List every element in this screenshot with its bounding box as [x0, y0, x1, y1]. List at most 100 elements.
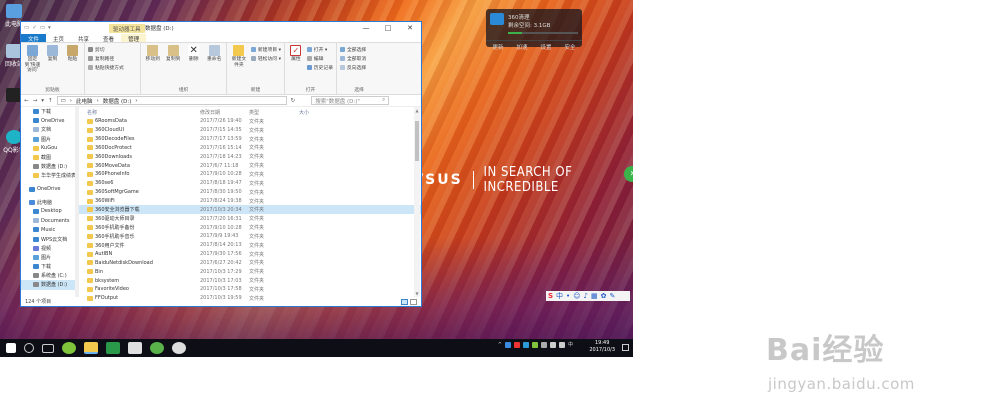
task-view-icon[interactable] [42, 343, 54, 353]
nav-item[interactable]: OneDrive [21, 116, 78, 125]
volume-icon[interactable] [558, 341, 565, 348]
column-type[interactable]: 类型 [249, 109, 299, 116]
cut-button[interactable]: 剪切 [88, 46, 124, 53]
invert-selection-button[interactable]: 反向选择 [340, 64, 366, 71]
tray-app-icon[interactable] [522, 341, 529, 348]
nav-item[interactable]: 华华学生成绩表 [21, 171, 78, 180]
scroll-up-icon[interactable]: ▲ [414, 108, 420, 113]
title-bar[interactable]: ▭ ✓ ▭ ▾ 驱动器工具 数据盘 (D:) — □ ✕ [21, 22, 421, 34]
nav-item[interactable]: 图片 [21, 135, 78, 144]
scroll-thumb[interactable] [415, 121, 419, 161]
file-row[interactable]: 6RoomsData 2017/7/26 19:40 文件夹 [79, 117, 421, 126]
file-explorer-icon[interactable] [84, 342, 98, 354]
ime-toolbar[interactable]: S 中 • ☺ ♪ ▦ ✿ ✎ [546, 291, 630, 301]
media-icon[interactable] [172, 342, 186, 354]
file-row[interactable]: 360DecodeFiles 2017/7/17 13:59 文件夹 [79, 135, 421, 144]
floating-assist-icon[interactable]: › [624, 166, 633, 182]
app-icon[interactable] [106, 342, 120, 354]
app-icon[interactable] [128, 342, 142, 354]
ime-mode[interactable]: 中 [556, 291, 563, 301]
file-row[interactable]: AutIBN 2017/9/30 17:56 文件夹 [79, 250, 421, 259]
refresh-icon[interactable]: ↻ [291, 98, 296, 104]
file-row[interactable]: 360PhoneInfo 2017/9/10 10:28 文件夹 [79, 170, 421, 179]
folder-icon[interactable]: ▭ [40, 25, 45, 31]
search-icon[interactable] [24, 343, 34, 353]
ime-mic-icon[interactable]: ♪ [584, 292, 588, 300]
file-row[interactable]: 360DocProtect 2017/7/16 15:14 文件夹 [79, 144, 421, 153]
nav-item[interactable]: Desktop [21, 207, 78, 216]
nav-item[interactable]: 数据盘 (D:) [21, 162, 78, 171]
ime-keyboard-icon[interactable]: ▦ [591, 292, 598, 300]
breadcrumb[interactable]: ▭ › 此电脑 › 数据盘 (D:) › [56, 96, 287, 105]
folder-icon[interactable]: ▭ [24, 25, 29, 31]
ime-indicator[interactable]: 中 [568, 341, 573, 348]
column-size[interactable]: 大小 [299, 109, 329, 116]
clock[interactable]: 19:49 2017/10/3 [589, 340, 615, 354]
nav-item[interactable]: 数据盘 (D:) [21, 280, 78, 290]
paste-shortcut-button[interactable]: 粘贴快捷方式 [88, 64, 124, 71]
search-icon[interactable]: ⌕ [382, 97, 385, 104]
nav-item[interactable]: 此电脑 [21, 198, 78, 207]
tray-app-icon[interactable] [531, 341, 538, 348]
tab-share[interactable]: 共享 [71, 34, 96, 43]
nav-item[interactable]: 下载 [21, 262, 78, 271]
ime-punct-icon[interactable]: • [566, 292, 570, 300]
file-row[interactable]: 360手机助手音乐 2017/9/9 19:43 文件夹 [79, 232, 421, 241]
minimize-icon[interactable]: — [355, 22, 377, 34]
forward-icon[interactable]: → [33, 98, 38, 104]
file-row[interactable]: 360WiFi 2017/8/24 19:38 文件夹 [79, 197, 421, 206]
tray-app-icon[interactable] [513, 341, 520, 348]
details-view-icon[interactable] [401, 298, 408, 305]
browser-icon[interactable] [62, 342, 76, 354]
large-icons-view-icon[interactable] [410, 298, 417, 305]
file-row[interactable]: FavoriteVideo 2017/10/3 17:58 文件夹 [79, 285, 421, 294]
new-item-button[interactable]: 新建项目 ▾ [250, 46, 281, 53]
nav-item[interactable]: 文档 [21, 125, 78, 134]
copy-path-button[interactable]: 复制路径 [88, 55, 124, 62]
history-button[interactable]: 历史记录 [306, 64, 333, 71]
file-row[interactable]: 360SoftMgrGame 2017/8/30 19:50 文件夹 [79, 188, 421, 197]
nav-scrollbar[interactable] [75, 107, 78, 297]
widget-item[interactable]: 设置 [540, 43, 551, 51]
tray-expand-icon[interactable]: ^ [498, 342, 502, 348]
column-date[interactable]: 修改日期 [200, 109, 249, 116]
nav-item[interactable]: 截图 [21, 153, 78, 162]
open-button[interactable]: 打开 ▾ [306, 46, 333, 53]
nav-item[interactable]: Documents [21, 216, 78, 225]
widget-item[interactable]: 安全 [564, 43, 575, 51]
nav-item[interactable]: 系统盘 (C:) [21, 271, 78, 280]
file-row[interactable]: 360手机助手备份 2017/9/10 10:28 文件夹 [79, 223, 421, 232]
up-icon[interactable]: ↑ [48, 98, 53, 104]
close-icon[interactable]: ✕ [399, 22, 421, 34]
breadcrumb-item[interactable]: 此电脑 [76, 97, 93, 105]
file-row[interactable]: 360用户文件 2017/8/14 20:13 文件夹 [79, 241, 421, 250]
column-name[interactable]: 名称 [79, 109, 200, 116]
scroll-down-icon[interactable]: ▼ [414, 291, 420, 296]
dropdown-icon[interactable]: ▾ [48, 25, 51, 31]
file-row[interactable]: bksystem 2017/10/3 17:03 文件夹 [79, 276, 421, 285]
file-row[interactable]: BaiduNetdiskDownload 2017/6/27 20:42 文件夹 [79, 259, 421, 268]
select-none-button[interactable]: 全部取消 [340, 55, 366, 62]
notification-icon[interactable] [622, 344, 629, 351]
nav-item[interactable]: 下载 [21, 107, 78, 116]
file-row[interactable]: 360Downloads 2017/7/18 14:23 文件夹 [79, 152, 421, 161]
ime-skin-icon[interactable]: ✿ [601, 292, 607, 300]
tab-file[interactable]: 文件 [21, 34, 47, 43]
check-icon[interactable]: ✓ [32, 25, 37, 31]
file-row[interactable]: 360驱动大师目录 2017/7/20 16:31 文件夹 [79, 214, 421, 223]
nav-item[interactable]: OneDrive [21, 185, 78, 194]
security-icon[interactable] [150, 342, 164, 354]
nav-item[interactable]: 视频 [21, 244, 78, 253]
tab-manage[interactable]: 管理 [121, 34, 147, 43]
ime-tools-icon[interactable]: ✎ [609, 292, 615, 300]
widget-item[interactable]: 更新 [492, 43, 503, 51]
recent-icon[interactable]: ▾ [41, 98, 44, 104]
start-icon[interactable] [6, 343, 16, 353]
file-row[interactable]: 360CloudUI 2017/7/15 14:35 文件夹 [79, 126, 421, 135]
file-row[interactable]: Bin 2017/10/3 17:29 文件夹 [79, 267, 421, 276]
breadcrumb-item[interactable]: 数据盘 (D:) [103, 97, 132, 105]
tab-view[interactable]: 查看 [96, 34, 121, 43]
file-row[interactable]: 360MoveData 2017/6/7 11:18 文件夹 [79, 161, 421, 170]
tab-home[interactable]: 主页 [46, 34, 71, 43]
edit-button[interactable]: 编辑 [306, 55, 333, 62]
